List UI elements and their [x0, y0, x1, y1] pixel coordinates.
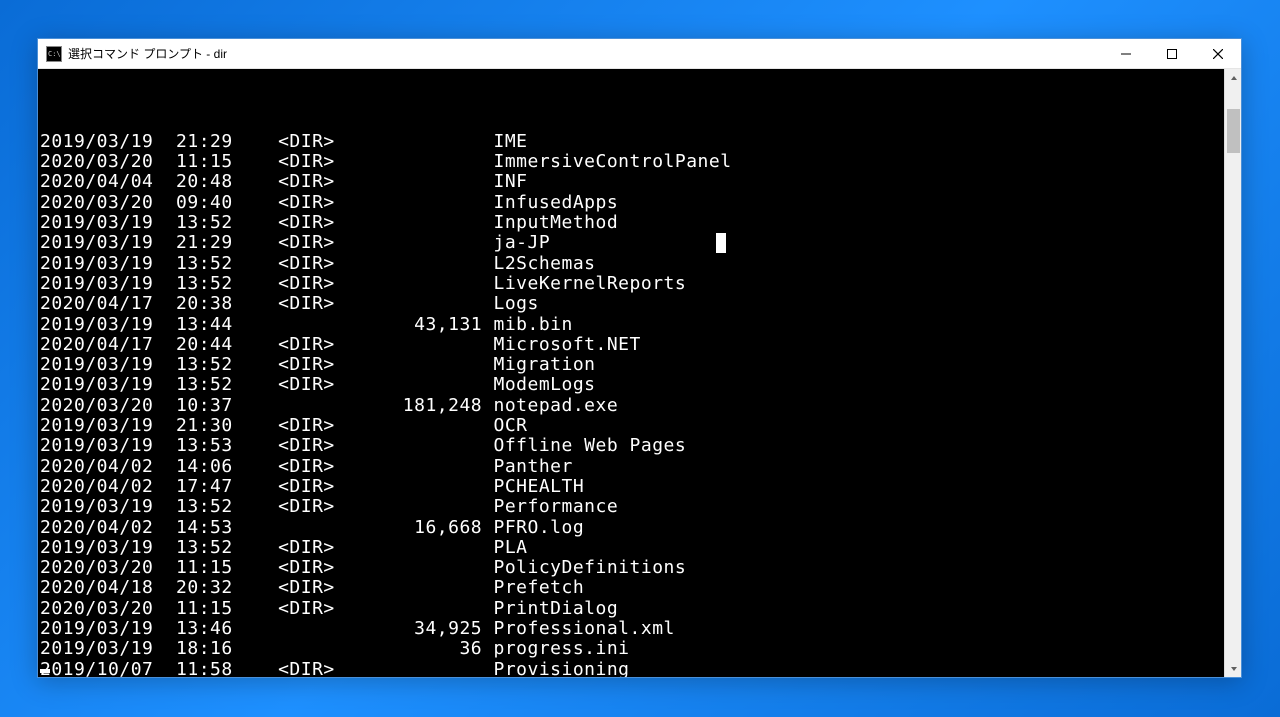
terminal-output[interactable]: 2019/03/19 21:29 <DIR> IME2020/03/20 11:… [38, 69, 1224, 677]
listing-row: 2019/03/19 13:52 <DIR> LiveKernelReports [40, 274, 1224, 294]
listing-row: 2019/03/19 13:52 <DIR> ModemLogs [40, 375, 1224, 395]
maximize-button[interactable] [1149, 39, 1195, 69]
listing-row: 2020/03/20 11:15 <DIR> PolicyDefinitions [40, 558, 1224, 578]
titlebar[interactable]: 選択コマンド プロンプト - dir [38, 39, 1241, 69]
listing-row: 2020/04/17 20:44 <DIR> Microsoft.NET [40, 335, 1224, 355]
scroll-thumb[interactable] [1227, 109, 1240, 153]
listing-row: 2019/03/19 13:52 <DIR> Migration [40, 355, 1224, 375]
listing-row: 2019/03/19 21:30 <DIR> OCR [40, 416, 1224, 436]
scroll-up-button[interactable] [1225, 69, 1241, 86]
listing-row: 2019/03/19 13:44 43,131 mib.bin [40, 315, 1224, 335]
listing-row: 2019/03/19 13:53 <DIR> Offline Web Pages [40, 436, 1224, 456]
listing-row: 2019/03/19 21:29 <DIR> IME [40, 132, 1224, 152]
window-title: 選択コマンド プロンプト - dir [68, 45, 227, 62]
listing-row: 2019/03/19 13:52 <DIR> Performance [40, 497, 1224, 517]
listing-row: 2020/03/20 10:37 181,248 notepad.exe [40, 396, 1224, 416]
listing-row: 2020/04/18 20:32 <DIR> Prefetch [40, 578, 1224, 598]
selection-cursor [716, 233, 726, 253]
vertical-scrollbar[interactable] [1224, 69, 1241, 677]
close-button[interactable] [1195, 39, 1241, 69]
listing-row: 2019/03/19 13:52 <DIR> L2Schemas [40, 254, 1224, 274]
listing-row: 2020/04/02 17:47 <DIR> PCHEALTH [40, 477, 1224, 497]
listing-row: 2019/03/19 21:29 <DIR> ja-JP [40, 233, 1224, 253]
minimize-button[interactable] [1103, 39, 1149, 69]
listing-row: 2019/03/19 13:52 <DIR> PLA [40, 538, 1224, 558]
listing-row: 2019/10/07 11:58 <DIR> Provisioning [40, 660, 1224, 677]
listing-row: 2020/04/02 14:53 16,668 PFRO.log [40, 518, 1224, 538]
listing-row: 2020/03/20 09:40 <DIR> InfusedApps [40, 193, 1224, 213]
listing-row: 2020/03/20 11:15 <DIR> ImmersiveControlP… [40, 152, 1224, 172]
scroll-down-button[interactable] [1225, 660, 1241, 677]
listing-row: 2019/03/19 13:46 34,925 Professional.xml [40, 619, 1224, 639]
client-area: 2019/03/19 21:29 <DIR> IME2020/03/20 11:… [38, 69, 1241, 677]
listing-row: 2019/03/19 18:16 36 progress.ini [40, 639, 1224, 659]
listing-row: 2020/03/20 11:15 <DIR> PrintDialog [40, 599, 1224, 619]
listing-row: 2020/04/02 14:06 <DIR> Panther [40, 457, 1224, 477]
listing-row: 2020/04/04 20:48 <DIR> INF [40, 172, 1224, 192]
listing-row: 2020/04/17 20:38 <DIR> Logs [40, 294, 1224, 314]
listing-row: 2019/03/19 13:52 <DIR> InputMethod [40, 213, 1224, 233]
cmd-icon [46, 46, 62, 62]
cmd-window: 選択コマンド プロンプト - dir 2019/03/19 21:29 <DIR… [37, 38, 1242, 678]
prompt-cursor [40, 669, 50, 673]
